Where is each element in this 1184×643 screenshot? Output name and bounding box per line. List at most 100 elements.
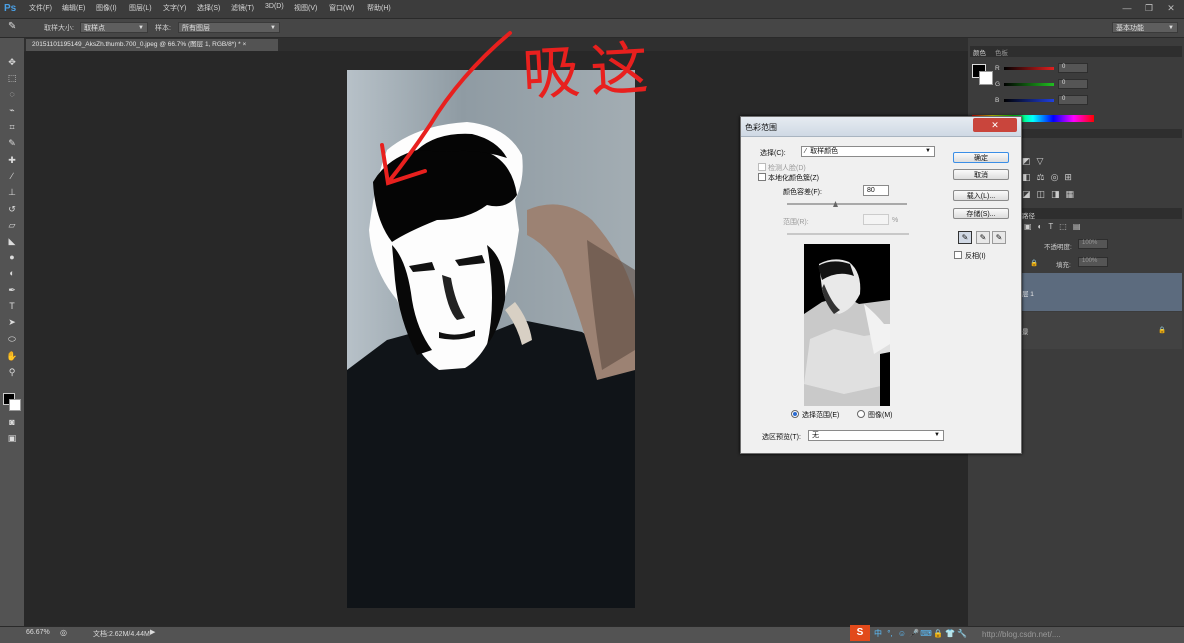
opacity-label: 不透明度:	[1044, 244, 1072, 251]
ime-item-3[interactable]: 🎤	[908, 629, 920, 638]
detect-faces-checkbox[interactable]	[758, 163, 766, 171]
adjustment-icons-row-1[interactable]: ◩▽	[1022, 156, 1049, 167]
menu-item-10[interactable]: 帮助(H)	[367, 3, 391, 13]
channel-g-value[interactable]: 0	[1058, 79, 1088, 89]
select-dropdown[interactable]: ⁄ 取样颜色 ▼	[801, 146, 935, 157]
lock-icon[interactable]: 🔒	[1030, 259, 1038, 267]
workspace-select[interactable]: 基本功能 ▼	[1112, 22, 1178, 33]
quick-mask-icon[interactable]: ◙	[5, 416, 19, 428]
status-menu-arrow-icon[interactable]: ▶	[150, 628, 155, 636]
layer-filter-icons[interactable]: ▣◐T⬚▤	[1024, 222, 1086, 231]
localized-clusters-checkbox[interactable]	[758, 173, 766, 181]
ime-item-0[interactable]: 中	[872, 628, 884, 639]
menu-item-9[interactable]: 窗口(W)	[329, 3, 354, 13]
marquee-tool-icon[interactable]: ⬚	[5, 72, 19, 84]
fill-label: 填充:	[1056, 262, 1071, 269]
layer-row-layer1[interactable]	[1020, 273, 1182, 311]
crop-tool-icon[interactable]: ⌗	[5, 121, 19, 133]
ime-item-4[interactable]: ⌨	[920, 629, 932, 638]
eyedropper-subtract-icon[interactable]: ✎	[992, 231, 1006, 244]
fuzziness-input[interactable]: 80	[863, 185, 889, 196]
radio-image[interactable]	[857, 410, 865, 418]
chevron-down-icon: ▼	[925, 148, 931, 154]
background-color-chip[interactable]	[979, 71, 993, 85]
menu-item-2[interactable]: 图像(I)	[96, 3, 117, 13]
selection-preview[interactable]	[804, 244, 890, 406]
ime-item-6[interactable]: 👕	[944, 629, 956, 638]
dialog-close-button[interactable]: ✕	[973, 118, 1017, 132]
menu-item-5[interactable]: 选择(S)	[197, 3, 220, 13]
preview-mask-image	[804, 244, 890, 406]
menu-item-0[interactable]: 文件(F)	[29, 3, 52, 13]
eyedropper-sample-icon[interactable]: ✎	[958, 231, 972, 244]
load-button[interactable]: 载入(L)...	[953, 190, 1009, 201]
ime-item-7[interactable]: 🔧	[956, 629, 968, 638]
screen-mode-icon[interactable]: ▣	[5, 432, 19, 444]
eyedropper-icon[interactable]: ✎	[8, 21, 26, 35]
background-color-swatch[interactable]	[9, 399, 21, 411]
tab-swatches[interactable]: 色板	[995, 47, 1008, 57]
paint-bucket-icon[interactable]: ◣	[5, 235, 19, 247]
zoom-tool-icon[interactable]: ⚲	[5, 366, 19, 378]
sample-size-select[interactable]: 取样点 ▼	[80, 22, 148, 33]
ok-button[interactable]: 确定	[953, 152, 1009, 163]
tab-paths[interactable]: 路径	[1022, 210, 1035, 220]
radio-selection[interactable]	[791, 410, 799, 418]
adjustment-icons-row-3[interactable]: ◪◫◨▦	[1022, 189, 1080, 200]
channel-b-label: B	[995, 97, 1000, 104]
move-tool-icon[interactable]: ✥	[5, 56, 19, 68]
menu-bar: Ps 文件(F) 编辑(E) 图像(I) 图层(L) 文字(Y) 选择(S) 滤镜(T) 3D…	[0, 0, 1184, 19]
channel-r-slider[interactable]	[1004, 67, 1054, 70]
status-icon: ◎	[60, 628, 67, 637]
opacity-value[interactable]: 100%	[1078, 239, 1108, 249]
menu-item-4[interactable]: 文字(Y)	[163, 3, 186, 13]
channel-g-slider[interactable]	[1004, 83, 1054, 86]
restore-button[interactable]: ❐	[1138, 0, 1160, 16]
ime-logo-icon[interactable]: S	[850, 625, 870, 641]
stamp-tool-icon[interactable]: ⊥	[5, 186, 19, 198]
close-button[interactable]: ✕	[1160, 0, 1182, 16]
type-tool-icon[interactable]: T	[5, 300, 19, 312]
lasso-tool-icon[interactable]: ◌	[5, 88, 19, 100]
ime-item-5[interactable]: 🔒	[932, 629, 944, 638]
eyedropper-tool-icon[interactable]: ✎	[5, 137, 19, 149]
history-brush-icon[interactable]: ↺	[5, 203, 19, 215]
document-tab[interactable]: 20151101195149_AksZh.thumb.700_0.jpeg @ …	[26, 39, 278, 51]
chevron-down-icon: ▼	[270, 25, 276, 31]
fill-value[interactable]: 100%	[1078, 257, 1108, 267]
ime-item-2[interactable]: ☺	[896, 629, 908, 638]
blur-tool-icon[interactable]: ●	[5, 251, 19, 263]
tab-color[interactable]: 颜色	[973, 47, 986, 57]
range-input	[863, 214, 889, 225]
save-button[interactable]: 存储(S)...	[953, 208, 1009, 219]
selection-preview-select[interactable]: 无 ▼	[808, 430, 944, 441]
chevron-down-icon: ▼	[934, 432, 940, 438]
ime-item-1[interactable]: °,	[884, 629, 896, 638]
path-select-icon[interactable]: ➤	[5, 316, 19, 328]
adjustment-icons-row-2[interactable]: ◧⚖◎⊞	[1022, 172, 1078, 183]
menu-item-1[interactable]: 编辑(E)	[62, 3, 85, 13]
zoom-level[interactable]: 66.67%	[26, 629, 50, 636]
menu-item-8[interactable]: 视图(V)	[294, 3, 317, 13]
fuzziness-slider-track[interactable]	[787, 203, 907, 205]
menu-item-6[interactable]: 滤镜(T)	[231, 3, 254, 13]
layer-lock-icon: 🔒	[1158, 327, 1167, 334]
channel-b-value[interactable]: 0	[1058, 95, 1088, 105]
minimize-button[interactable]: —	[1116, 0, 1138, 16]
eyedropper-add-icon[interactable]: ✎	[976, 231, 990, 244]
menu-item-3[interactable]: 图层(L)	[129, 3, 152, 13]
cancel-button[interactable]: 取消	[953, 169, 1009, 180]
pen-tool-icon[interactable]: ✒	[5, 284, 19, 296]
shape-tool-icon[interactable]: ⬭	[5, 333, 19, 345]
invert-checkbox[interactable]	[954, 251, 962, 259]
dodge-tool-icon[interactable]: ◐	[5, 267, 19, 279]
quick-select-tool-icon[interactable]: ⌁	[5, 104, 19, 116]
hand-tool-icon[interactable]: ✋	[5, 350, 19, 362]
eraser-tool-icon[interactable]: ▱	[5, 219, 19, 231]
menu-item-7[interactable]: 3D(D)	[265, 3, 284, 10]
channel-r-value[interactable]: 0	[1058, 63, 1088, 73]
channel-b-slider[interactable]	[1004, 99, 1054, 102]
healing-tool-icon[interactable]: ✚	[5, 154, 19, 166]
sample-select[interactable]: 所有图层 ▼	[178, 22, 280, 33]
brush-tool-icon[interactable]: ∕	[5, 170, 19, 182]
